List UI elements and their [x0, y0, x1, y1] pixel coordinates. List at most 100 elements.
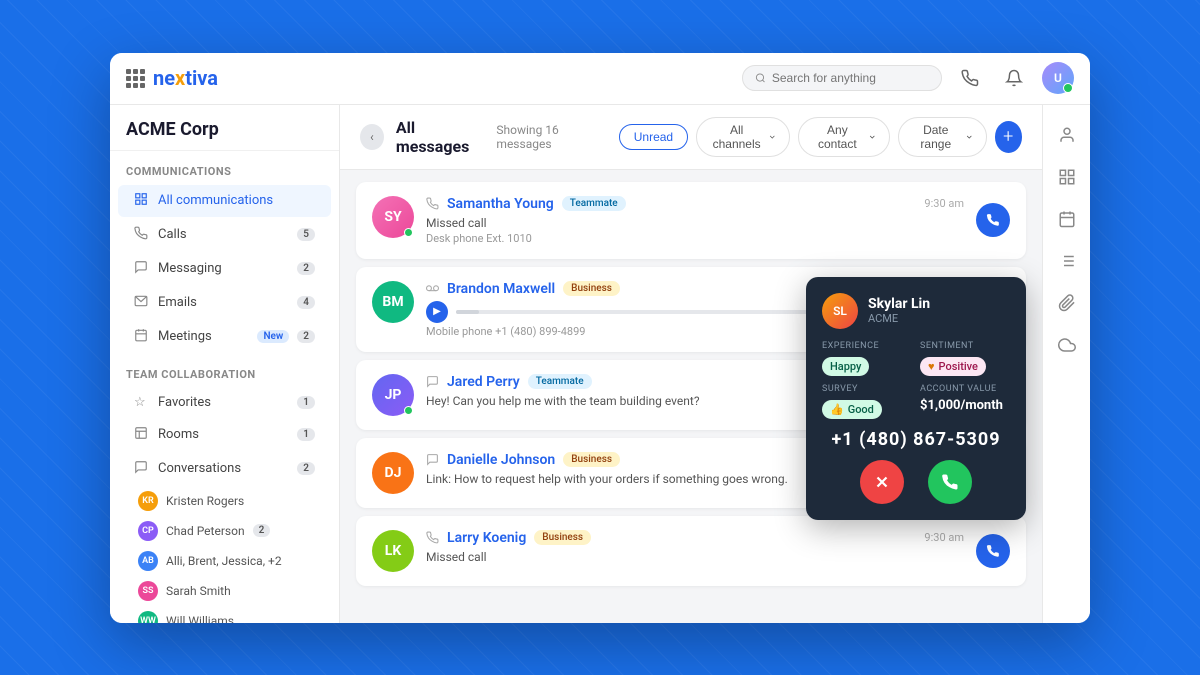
samantha-text: Missed call	[426, 216, 964, 230]
kristen-avatar: KR	[138, 491, 158, 511]
larry-avatar: LK	[372, 530, 414, 572]
collapse-sidebar-button[interactable]: ‹	[360, 124, 384, 150]
account-value-stat: ACCOUNT VALUE $1,000/month	[920, 384, 1010, 419]
contact-will-williams[interactable]: WW Will Williams	[110, 606, 339, 623]
conversations-label: Conversations	[158, 461, 289, 476]
messaging-icon	[134, 260, 150, 278]
message-header: Samantha Young Teammate 9:30 am	[426, 196, 964, 212]
jared-tag: Teammate	[528, 374, 592, 389]
samantha-tag: Teammate	[562, 196, 626, 211]
logo-area: nextiva	[126, 66, 218, 90]
sidebar-item-favorites[interactable]: ☆ Favorites 1	[118, 388, 331, 417]
sentiment-label: SENTIMENT	[920, 341, 1010, 351]
sidebar-item-calls[interactable]: Calls 5	[118, 219, 331, 251]
chat-icon	[426, 375, 439, 388]
progress-fill	[456, 310, 479, 314]
right-contacts-icon[interactable]	[1049, 117, 1085, 153]
favorites-icon: ☆	[134, 395, 150, 410]
content-title: All messages	[396, 118, 485, 156]
chad-name: Chad Peterson	[166, 524, 245, 538]
account-name: ACME Corp	[110, 105, 339, 151]
larry-message-header: Larry Koenig Business 9:30 am	[426, 530, 964, 546]
topbar: nextiva U	[110, 53, 1090, 105]
survey-value: 👍 Good	[822, 400, 882, 419]
jared-avatar: JP	[372, 374, 414, 416]
favorites-label: Favorites	[158, 395, 289, 410]
conversations-badge: 2	[297, 462, 315, 475]
online-indicator	[404, 228, 413, 237]
right-cloud-icon[interactable]	[1049, 327, 1085, 363]
popup-contact-name: Skylar Lin	[868, 296, 930, 312]
messaging-badge: 2	[297, 262, 315, 275]
chevron-down-icon	[768, 132, 777, 142]
popup-company: ACME	[868, 312, 930, 325]
contact-kristen-rogers[interactable]: KR Kristen Rogers	[110, 486, 339, 516]
call-popup: SL Skylar Lin ACME EXPERIENCE Happy	[806, 277, 1026, 520]
will-name: Will Williams	[166, 614, 234, 623]
right-calendar-icon[interactable]	[1049, 201, 1085, 237]
right-tasks-icon[interactable]	[1049, 243, 1085, 279]
message-card-samantha[interactable]: SY Samantha Young Teammate 9:30 am Misse…	[356, 182, 1026, 259]
sidebar-item-conversations[interactable]: Conversations 2	[118, 453, 331, 485]
search-box[interactable]	[742, 65, 942, 91]
meetings-new-badge: New	[257, 330, 289, 343]
meetings-label: Meetings	[158, 329, 249, 344]
kristen-name: Kristen Rogers	[166, 494, 244, 508]
messages-list: SY Samantha Young Teammate 9:30 am Misse…	[340, 170, 1042, 623]
all-comms-icon	[134, 192, 150, 210]
right-attach-icon[interactable]	[1049, 285, 1085, 321]
chevron-down-icon	[965, 132, 974, 142]
account-value: $1,000/month	[920, 398, 1010, 413]
message-card-larry[interactable]: LK Larry Koenig Business 9:30 am Missed …	[356, 516, 1026, 586]
brandon-tag: Business	[563, 281, 620, 296]
accept-call-button[interactable]	[928, 460, 972, 504]
user-avatar[interactable]: U	[1042, 62, 1074, 94]
content-header: ‹ All messages Showing 16 messages Unrea…	[340, 105, 1042, 170]
contact-sarah-smith[interactable]: SS Sarah Smith	[110, 576, 339, 606]
brandon-avatar: BM	[372, 281, 414, 323]
samantha-avatar: SY	[372, 196, 414, 238]
all-channels-filter-button[interactable]: All channels	[696, 117, 790, 157]
right-grid-icon[interactable]	[1049, 159, 1085, 195]
chad-badge: 2	[253, 524, 271, 537]
emails-label: Emails	[158, 295, 289, 310]
sarah-avatar: SS	[138, 581, 158, 601]
samantha-call-button[interactable]	[976, 203, 1010, 237]
contact-chad-peterson[interactable]: CP Chad Peterson 2	[110, 516, 339, 546]
larry-call-button[interactable]	[976, 534, 1010, 568]
danielle-name: Danielle Johnson	[447, 452, 555, 468]
brandon-name: Brandon Maxwell	[447, 281, 555, 297]
meetings-count-badge: 2	[297, 330, 315, 343]
play-button[interactable]: ▶	[426, 301, 448, 323]
add-button[interactable]: +	[995, 121, 1022, 153]
sidebar-item-messaging[interactable]: Messaging 2	[118, 253, 331, 285]
sidebar-item-all-communications[interactable]: All communications	[118, 185, 331, 217]
message-card-brandon[interactable]: BM Brandon Maxwell Business 9:30 am ▶	[356, 267, 1026, 352]
logo-text: nextiva	[153, 66, 218, 90]
unread-filter-button[interactable]: Unread	[619, 124, 688, 150]
favorites-badge: 1	[297, 396, 315, 409]
grid-icon[interactable]	[126, 69, 145, 88]
survey-stat: SURVEY 👍 Good	[822, 384, 912, 419]
calls-icon	[134, 226, 150, 244]
contact-group[interactable]: AB Alli, Brent, Jessica, +2	[110, 546, 339, 576]
phone-icon[interactable]	[954, 62, 986, 94]
popup-avatar: SL	[822, 293, 858, 329]
sidebar-item-rooms[interactable]: Rooms 1	[118, 419, 331, 451]
any-contact-filter-button[interactable]: Any contact	[798, 117, 890, 157]
decline-call-button[interactable]	[860, 460, 904, 504]
samantha-name: Samantha Young	[447, 196, 554, 212]
date-range-filter-button[interactable]: Date range	[898, 117, 987, 157]
sidebar-item-emails[interactable]: Emails 4	[118, 287, 331, 319]
calls-label: Calls	[158, 227, 289, 242]
all-comms-label: All communications	[158, 193, 315, 208]
sidebar: ACME Corp Communications All communicati…	[110, 105, 340, 623]
popup-phone-number: +1 (480) 867-5309	[822, 429, 1010, 450]
larry-name: Larry Koenig	[447, 530, 526, 546]
group-name: Alli, Brent, Jessica, +2	[166, 554, 282, 568]
bell-icon[interactable]	[998, 62, 1030, 94]
search-input[interactable]	[772, 71, 929, 85]
group-avatar: AB	[138, 551, 158, 571]
sidebar-item-meetings[interactable]: Meetings New 2	[118, 321, 331, 353]
main-layout: ACME Corp Communications All communicati…	[110, 105, 1090, 623]
